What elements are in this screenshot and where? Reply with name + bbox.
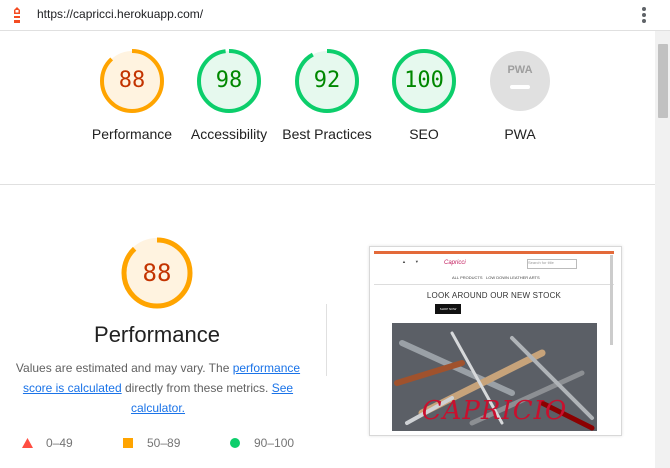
gauge-label: Best Practices bbox=[282, 126, 372, 142]
legend-average-range: 50–89 bbox=[147, 436, 181, 450]
gauge-score: 100 bbox=[404, 68, 444, 93]
thumb-top-bar bbox=[374, 251, 614, 254]
thumbnail-content: ▲ ▼ Capricci Search for title ALL PRODUC… bbox=[374, 251, 614, 431]
scrollbar-thumb[interactable] bbox=[658, 44, 668, 118]
performance-title: Performance bbox=[94, 322, 220, 347]
thumb-shop-button: SHOP NOW bbox=[435, 304, 461, 314]
gauge-label: Accessibility bbox=[190, 126, 268, 142]
thumb-menu-leather-arts: LOW DOWN LEATHER ARTS bbox=[486, 275, 540, 280]
gauge-seo[interactable]: 100 SEO bbox=[374, 48, 474, 144]
performance-score-large: 88 bbox=[142, 259, 172, 287]
thumb-search: Search for title bbox=[527, 259, 577, 269]
thumb-separator bbox=[374, 284, 614, 285]
description-text-middle: directly from these metrics. bbox=[121, 381, 272, 395]
green-circle-icon bbox=[230, 438, 240, 448]
url-bar: https://capricci.herokuapp.com/ bbox=[0, 0, 670, 31]
gauge-pwa[interactable]: PWA PWA bbox=[470, 48, 570, 144]
page-url: https://capricci.herokuapp.com/ bbox=[37, 7, 204, 21]
gauge-score: 88 bbox=[118, 68, 146, 93]
gauge-best-practices[interactable]: 92 Best Practices bbox=[277, 48, 377, 144]
orange-square-icon bbox=[123, 438, 133, 448]
thumb-scrollbar bbox=[610, 255, 613, 345]
legend-fail-range: 0–49 bbox=[46, 436, 73, 450]
red-triangle-icon bbox=[22, 438, 33, 448]
gauge-label: SEO bbox=[409, 126, 439, 142]
performance-description: Values are estimated and may vary. The p… bbox=[12, 358, 304, 418]
vertical-divider bbox=[326, 304, 327, 376]
thumb-hero-text: CAPRICIO bbox=[421, 396, 568, 426]
gauge-score: 98 bbox=[215, 68, 243, 93]
gauge-score bbox=[470, 48, 570, 114]
lighthouse-logo-icon bbox=[14, 7, 20, 23]
thumb-brand: Capricci bbox=[444, 260, 466, 266]
section-divider bbox=[0, 184, 655, 185]
gauge-label: PWA bbox=[504, 126, 536, 142]
gauge-label: Performance bbox=[91, 126, 173, 142]
gauge-accessibility[interactable]: 98 Accessibility bbox=[179, 48, 279, 144]
gauge-performance[interactable]: 88 Performance bbox=[82, 48, 182, 144]
legend-pass-range: 90–100 bbox=[254, 436, 295, 450]
page-screenshot-thumbnail[interactable]: ▲ ▼ Capricci Search for title ALL PRODUC… bbox=[369, 246, 622, 436]
more-options-icon[interactable] bbox=[638, 6, 650, 24]
description-text-start: Values are estimated and may vary. The bbox=[15, 361, 233, 375]
thumb-nav-icons: ▲ ▼ bbox=[402, 259, 419, 264]
thumb-heading: LOOK AROUND OUR NEW STOCK bbox=[426, 291, 562, 300]
gauge-score: 92 bbox=[313, 68, 341, 93]
thumb-menu-all-products: ALL PRODUCTS bbox=[452, 275, 483, 280]
